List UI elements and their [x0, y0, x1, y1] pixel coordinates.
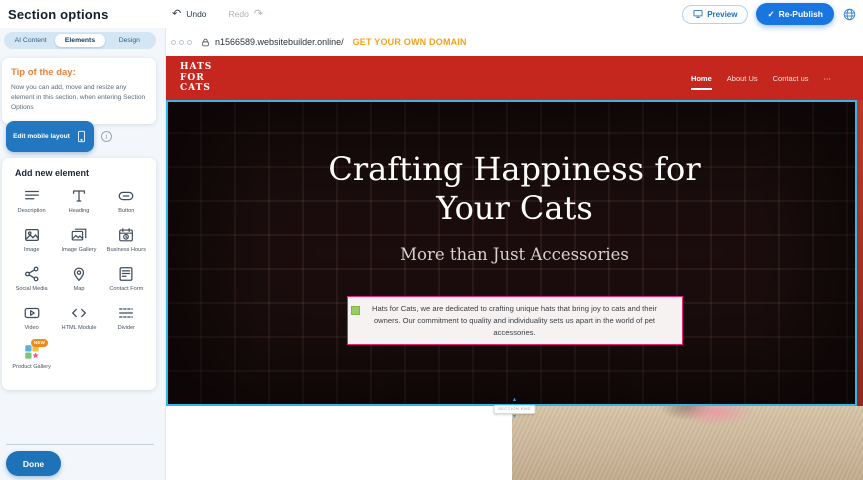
map-pin-icon	[70, 265, 88, 283]
sidebar-divider	[6, 444, 154, 445]
done-button[interactable]: Done	[6, 451, 61, 476]
tab-ai-content[interactable]: AI Content	[6, 34, 55, 47]
tab-design[interactable]: Design	[105, 34, 154, 47]
divider-icon	[117, 304, 135, 322]
tab-elements[interactable]: Elements	[55, 34, 104, 47]
mobile-layout-row: Edit mobile layout i	[6, 121, 112, 152]
phone-icon	[76, 129, 87, 144]
nav-more-icon[interactable]: ⋯	[824, 67, 832, 90]
element-video[interactable]: Video	[8, 304, 55, 332]
hero-subheading[interactable]: More than Just Accessories	[166, 245, 863, 264]
hero-text-element[interactable]: Hats for Cats, we are dedicated to craft…	[347, 296, 683, 345]
redo-icon[interactable]: ↷	[254, 9, 263, 20]
window-dot	[179, 40, 184, 45]
page-title: Section options	[8, 7, 109, 22]
edit-mobile-layout-button[interactable]: Edit mobile layout	[6, 121, 94, 152]
element-social-media[interactable]: Social Media	[8, 265, 55, 293]
website-canvas: Hats for Cats Home About Us Contact us ⋯…	[166, 56, 863, 480]
button-icon	[117, 187, 135, 205]
section-handle-label: SECTION END	[493, 405, 536, 414]
element-html-module[interactable]: HTML Module	[55, 304, 102, 332]
globe-icon[interactable]	[842, 7, 857, 22]
info-icon[interactable]: i	[101, 131, 112, 142]
element-product-gallery[interactable]: NEW Product Gallery	[8, 343, 55, 371]
add-element-title: Add new element	[15, 168, 150, 178]
image-gallery-icon	[70, 226, 88, 244]
add-element-panel: Add new element Description Heading Butt…	[2, 158, 156, 390]
site-url[interactable]: n1566589.websitebuilder.online/	[215, 37, 344, 47]
element-contact-form[interactable]: Contact Form	[103, 265, 150, 293]
hero-section[interactable]: Crafting Happiness for Your Cats More th…	[166, 100, 863, 406]
element-description[interactable]: Description	[8, 187, 55, 215]
window-dot	[187, 40, 192, 45]
preview-area: n1566589.websitebuilder.online/ GET YOUR…	[166, 28, 863, 480]
element-image[interactable]: Image	[8, 226, 55, 254]
site-logo[interactable]: Hats for Cats	[180, 62, 232, 94]
tip-of-the-day-card: Tip of the day: Now you can add, move an…	[2, 58, 156, 124]
code-icon	[70, 304, 88, 322]
history-controls: ↶ Undo Redo ↷	[172, 0, 263, 28]
next-section-image[interactable]	[512, 406, 863, 480]
arrow-down-icon: ▼	[512, 415, 517, 421]
share-icon	[23, 265, 41, 283]
window-dot	[171, 40, 176, 45]
browser-chrome: n1566589.websitebuilder.online/ GET YOUR…	[166, 28, 863, 56]
preview-button[interactable]: Preview	[682, 5, 748, 24]
tip-body: Now you can add, move and resize any ele…	[11, 83, 147, 114]
hero-heading[interactable]: Crafting Happiness for Your Cats	[166, 100, 863, 228]
nav-about-us[interactable]: About Us	[727, 67, 758, 90]
undo-icon[interactable]: ↶	[172, 9, 181, 20]
section-resize-handle[interactable]: ▲ SECTION END ▼	[493, 398, 536, 420]
monitor-icon	[693, 9, 703, 19]
video-icon	[23, 304, 41, 322]
element-grid: Description Heading Button Image Image G…	[8, 187, 150, 371]
element-divider[interactable]: Divider	[103, 304, 150, 332]
element-button[interactable]: Button	[103, 187, 150, 215]
element-image-gallery[interactable]: Image Gallery	[55, 226, 102, 254]
nav-contact-us[interactable]: Contact us	[773, 67, 809, 90]
site-nav: Home About Us Contact us ⋯	[691, 67, 831, 90]
element-business-hours[interactable]: Business Hours	[103, 226, 150, 254]
window-controls	[171, 40, 192, 45]
nav-home[interactable]: Home	[691, 67, 712, 90]
preview-scrollbar[interactable]	[857, 100, 863, 406]
tip-title: Tip of the day:	[11, 67, 147, 78]
element-heading[interactable]: Heading	[55, 187, 102, 215]
image-icon	[23, 226, 41, 244]
new-badge: NEW	[31, 339, 49, 347]
check-icon: ✓	[767, 9, 774, 20]
element-resize-handle[interactable]	[351, 306, 360, 315]
business-hours-icon	[117, 226, 135, 244]
topbar: Section options ↶ Undo Redo ↷ Preview ✓ …	[0, 0, 863, 28]
arrow-up-icon: ▲	[512, 398, 517, 404]
republish-button[interactable]: ✓ Re-Publish	[756, 3, 834, 25]
get-domain-link[interactable]: GET YOUR OWN DOMAIN	[353, 37, 467, 47]
sidebar-tabs: AI Content Elements Design	[4, 32, 156, 49]
contact-form-icon	[117, 265, 135, 283]
redo-button[interactable]: Redo	[229, 9, 249, 19]
site-header[interactable]: Hats for Cats Home About Us Contact us ⋯	[166, 56, 863, 100]
sidebar: AI Content Elements Design Tip of the da…	[0, 28, 166, 480]
lock-icon	[201, 37, 210, 48]
undo-button[interactable]: Undo	[186, 9, 206, 19]
element-map[interactable]: Map	[55, 265, 102, 293]
heading-icon	[70, 187, 88, 205]
text-lines-icon	[23, 187, 41, 205]
topbar-actions: Preview ✓ Re-Publish	[682, 0, 857, 28]
